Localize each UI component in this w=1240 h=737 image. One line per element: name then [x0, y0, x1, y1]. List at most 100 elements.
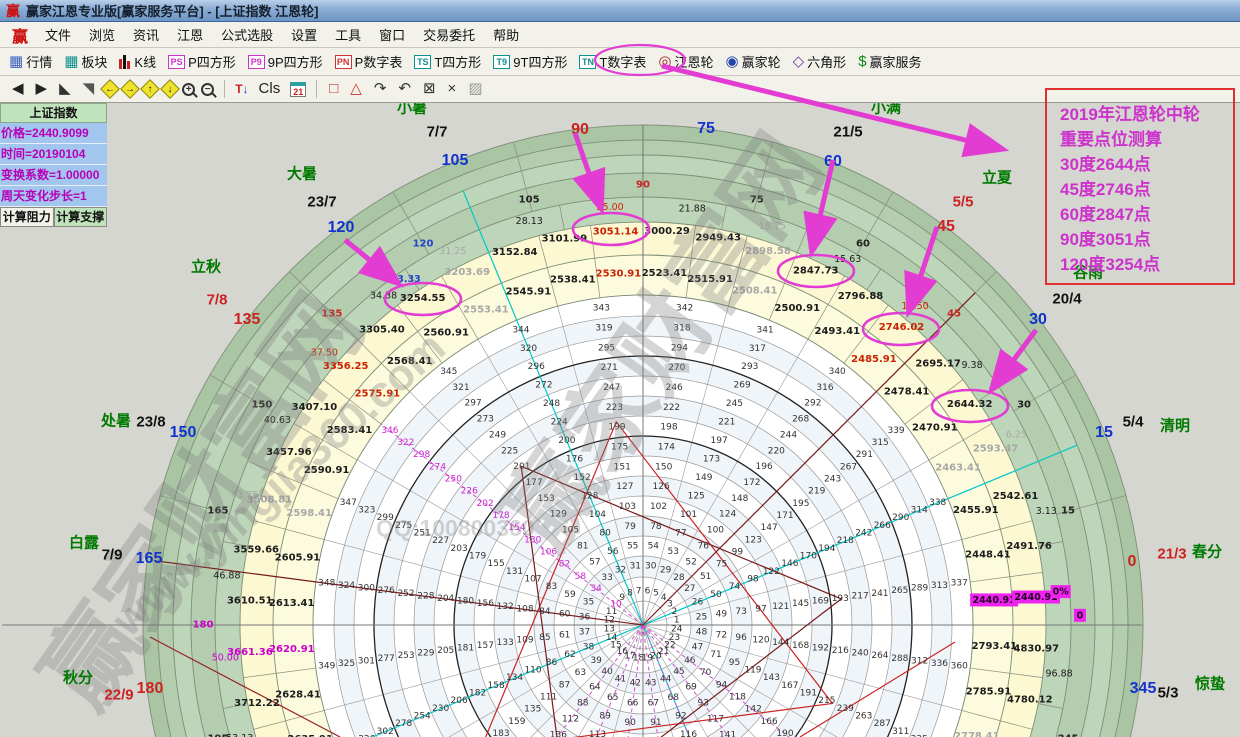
wheel-label-小满: 小满	[871, 103, 901, 118]
corner-down-button[interactable]: ◥	[77, 79, 101, 99]
menu-文件[interactable]: 文件	[36, 22, 80, 47]
wheel-label-105: 105	[442, 152, 469, 170]
annotation-line-3: 45度2746点	[1060, 177, 1233, 202]
toolbar-label-t-number-table: T数字表	[599, 52, 646, 71]
wheel-label-清明: 清明	[1160, 415, 1190, 436]
rect-tool-button[interactable]: □	[323, 79, 344, 99]
menu-交易委托[interactable]: 交易委托	[414, 22, 484, 47]
zoom-in-button[interactable]: +	[182, 83, 195, 96]
wheel-label-7/9: 7/9	[102, 547, 123, 564]
index-info-panel: 上证指数 价格=2440.9099时间=20190104变换系数=1.00000…	[0, 103, 107, 227]
t-square-icon: TS	[414, 55, 431, 69]
toolbar-button-winner-service[interactable]: $赢家服务	[853, 50, 926, 73]
menu-江恩[interactable]: 江恩	[168, 22, 212, 47]
rotate-cw-button[interactable]: ↷	[368, 79, 393, 99]
wheel-label-180: 180	[137, 680, 164, 698]
page-prev-button[interactable]: ◀	[6, 79, 30, 99]
toolbar-label-winner-service: 赢家服务	[870, 52, 922, 71]
wheel-label-5/3: 5/3	[1158, 685, 1179, 702]
menu-工具[interactable]: 工具	[326, 22, 370, 47]
wheel-label-21/3: 21/3	[1157, 546, 1186, 563]
quotes-icon: ▦	[9, 54, 23, 69]
wheel-label-345: 345	[1130, 680, 1157, 698]
toolbar-label-sectors: 板块	[81, 52, 107, 71]
menu-公式选股[interactable]: 公式选股	[212, 22, 282, 47]
calc-resistance-button[interactable]: 计算阻力	[0, 207, 54, 227]
panel-row-3: 周天变化步长=1	[0, 186, 107, 207]
9p-square-icon: P9	[248, 55, 265, 69]
page-next-button[interactable]: ▶	[30, 79, 54, 99]
toolbar-button-gann-wheel[interactable]: ◎江恩轮	[653, 50, 718, 73]
toolbar-button-winner-wheel[interactable]: ◉赢家轮	[721, 50, 786, 73]
menu-浏览[interactable]: 浏览	[80, 22, 124, 47]
toolbar-button-t-square[interactable]: TST四方形	[409, 50, 486, 73]
gann-wheel-icon: ◎	[658, 54, 671, 69]
t-number-table-icon: TN	[579, 55, 596, 69]
p-number-table-icon: PN	[335, 55, 352, 69]
wheel-label-75: 75	[697, 120, 715, 138]
toolbar-button-kline[interactable]: K线	[114, 50, 161, 73]
wheel-label-165: 165	[136, 550, 163, 568]
time-axis-button[interactable]: T↓	[231, 82, 252, 96]
wheel-label-135: 135	[234, 311, 261, 329]
toolbar-button-p-number-table[interactable]: PNP数字表	[330, 50, 408, 73]
toolbar-button-9t-square[interactable]: T99T四方形	[488, 50, 572, 73]
move-down-button[interactable]: ↓	[160, 79, 180, 99]
sep-2	[316, 80, 317, 98]
wheel-label-大暑: 大暑	[287, 163, 317, 184]
hexagon-icon: ◇	[793, 54, 805, 69]
wheel-label-20/4: 20/4	[1052, 291, 1081, 308]
annotation-line-6: 120度3254点	[1060, 252, 1233, 277]
calc-support-button[interactable]: 计算支撑	[54, 207, 108, 227]
move-left-button[interactable]: ←	[100, 79, 120, 99]
toolbar-label-winner-wheel: 赢家轮	[742, 52, 781, 71]
menu-资讯[interactable]: 资讯	[124, 22, 168, 47]
zoom-out-button[interactable]: −	[201, 83, 214, 96]
wheel-label-5/5: 5/5	[953, 194, 974, 211]
menu-帮助[interactable]: 帮助	[484, 22, 528, 47]
wheel-label-21/5: 21/5	[833, 124, 862, 141]
calendar-button[interactable]: 21	[290, 82, 306, 97]
toolbar-button-sectors[interactable]: ▦板块	[59, 50, 112, 73]
wheel-label-90: 90	[571, 121, 589, 139]
wheel-label-60: 60	[824, 153, 842, 171]
toolbar-button-p-square[interactable]: PSP四方形	[163, 50, 241, 73]
wheel-label-120: 120	[328, 219, 355, 237]
annotation-line-2: 30度2644点	[1060, 152, 1233, 177]
cross-arrows-button[interactable]: ×	[442, 79, 463, 99]
window-title: 赢家江恩专业版[赢家服务平台] - [上证指数 江恩轮]	[26, 1, 318, 20]
corner-up-button[interactable]: ◣	[53, 79, 77, 99]
wheel-label-惊蛰: 惊蛰	[1195, 673, 1225, 694]
panel-title: 上证指数	[0, 103, 107, 123]
wheel-label-150: 150	[170, 424, 197, 442]
boxed-x-button[interactable]: ⊠	[417, 79, 442, 99]
move-right-button[interactable]: →	[120, 79, 140, 99]
menu-设置[interactable]: 设置	[282, 22, 326, 47]
toolbar-label-p-number-table: P数字表	[355, 52, 403, 71]
toolbar-label-p-square: P四方形	[188, 52, 236, 71]
rotate-ccw-button[interactable]: ↶	[392, 79, 417, 99]
cls-button[interactable]: Cls	[253, 79, 287, 99]
flag-button[interactable]: ▨	[462, 79, 488, 99]
wheel-label-0: 0	[1128, 553, 1137, 571]
toolbar-button-quotes[interactable]: ▦行情	[4, 50, 57, 73]
panel-row-2: 变换系数=1.00000	[0, 165, 107, 186]
toolbar-button-hexagon[interactable]: ◇六角形	[788, 50, 852, 73]
wheel-label-白露: 白露	[69, 532, 99, 553]
panel-row-0: 价格=2440.9099	[0, 123, 107, 144]
triangle-tool-button[interactable]: △	[344, 79, 368, 99]
sep-1	[224, 80, 225, 98]
wheel-label-立夏: 立夏	[982, 167, 1012, 188]
wheel-label-15: 15	[1095, 424, 1113, 442]
menu-窗口[interactable]: 窗口	[370, 22, 414, 47]
wheel-label-小暑: 小暑	[397, 103, 427, 118]
title-bar: 赢 赢家江恩专业版[赢家服务平台] - [上证指数 江恩轮]	[0, 0, 1240, 22]
toolbar-button-9p-square[interactable]: P99P四方形	[243, 50, 328, 73]
toolbar-button-t-number-table[interactable]: TNT数字表	[574, 50, 651, 73]
9t-square-icon: T9	[493, 55, 510, 69]
wheel-label-5/4: 5/4	[1123, 414, 1144, 431]
move-up-button[interactable]: ↑	[140, 79, 160, 99]
annotation-box: 2019年江恩轮中轮重要点位测算30度2644点45度2746点60度2847点…	[1045, 88, 1235, 285]
toolbar-label-9t-square: 9T四方形	[513, 52, 567, 71]
annotation-line-5: 90度3051点	[1060, 227, 1233, 252]
